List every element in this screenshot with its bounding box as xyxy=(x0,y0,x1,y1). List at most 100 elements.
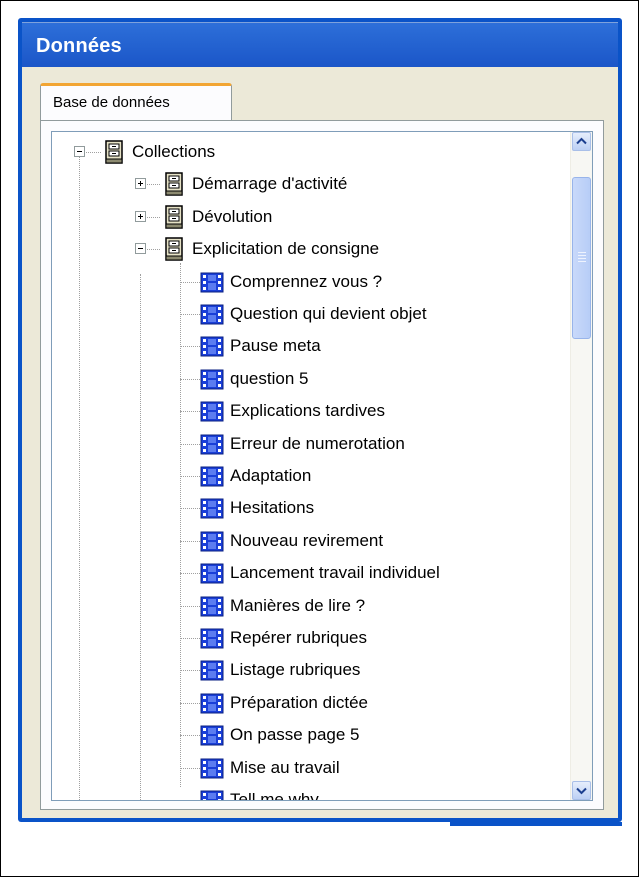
tree-node-label: Manières de lire ? xyxy=(230,595,366,615)
scroll-thumb[interactable] xyxy=(572,177,591,339)
tree-node-item[interactable]: Comprennez vous ? xyxy=(230,267,382,297)
film-clip-icon xyxy=(200,466,224,487)
tree-connector xyxy=(180,573,200,575)
film-clip-icon xyxy=(200,434,224,455)
tree-node-item[interactable]: Manières de lire ? xyxy=(230,591,365,621)
tree-node-label: Explications tardives xyxy=(230,401,385,421)
cabinet-icon xyxy=(165,172,183,197)
tree-node-label: On passe page 5 xyxy=(230,725,360,745)
tab-content: Collections Démarrage d'activité Dévoluti… xyxy=(40,120,604,810)
film-clip-icon xyxy=(200,725,224,746)
tree-node-item[interactable]: question 5 xyxy=(230,364,308,394)
tree-node-collections[interactable]: Collections xyxy=(132,137,215,167)
tree-node-label: Préparation dictée xyxy=(230,692,368,712)
cabinet-icon xyxy=(165,205,183,229)
film-clip-icon xyxy=(200,531,224,552)
film-clip-icon xyxy=(200,272,224,293)
chevron-down-icon xyxy=(576,787,587,795)
tree-line-level1 xyxy=(140,274,141,800)
tree-node-item[interactable]: Nouveau revirement xyxy=(230,526,383,556)
tab-label: Base de données xyxy=(53,94,170,111)
tree-node-label: Adaptation xyxy=(230,466,312,485)
tree-connector xyxy=(180,378,200,380)
tree-node-item[interactable]: Tell me why xyxy=(230,785,319,801)
film-clip-icon xyxy=(200,628,224,649)
tree-node-label: Collections xyxy=(132,142,216,161)
scroll-down-button[interactable] xyxy=(572,781,591,800)
vertical-scrollbar[interactable] xyxy=(570,132,592,800)
tree-connector xyxy=(180,670,200,672)
tree-node-label: question 5 xyxy=(230,368,309,388)
tree-node-item[interactable]: Hesitations xyxy=(230,493,314,523)
film-clip-icon xyxy=(200,563,224,584)
tree-connector xyxy=(180,540,200,542)
cabinet-icon xyxy=(165,237,183,261)
tree-node-label: Hesitations xyxy=(230,498,315,518)
tree-connector xyxy=(180,508,200,510)
tree-node-label: Démarrage d'activité xyxy=(192,174,348,194)
tree-connector xyxy=(180,767,200,769)
collapse-icon[interactable] xyxy=(135,243,146,255)
film-clip-icon xyxy=(200,401,224,422)
expand-icon[interactable] xyxy=(135,210,146,222)
tree-node-label: Listage rubriques xyxy=(230,660,361,680)
tree-node-label: Repérer rubriques xyxy=(230,628,368,647)
tree-node-label: Nouveau revirement xyxy=(230,530,384,550)
cabinet-icon xyxy=(105,140,123,164)
tree-node-item[interactable]: Mise au travail xyxy=(230,753,340,783)
tab-base-de-donnees[interactable]: Base de données xyxy=(40,83,232,121)
film-clip-icon xyxy=(200,758,224,779)
tree-connector xyxy=(180,411,200,413)
tree-node-label: Dévolution xyxy=(192,206,273,226)
tree-node-item[interactable]: Listage rubriques xyxy=(230,655,360,685)
tree-connector xyxy=(180,281,200,283)
film-clip-icon xyxy=(200,693,224,714)
tree-node-label: Erreur de numerotation xyxy=(230,433,405,453)
tree-connector xyxy=(180,346,200,348)
tree-node-item[interactable]: On passe page 5 xyxy=(230,720,359,750)
database-tree: Collections Démarrage d'activité Dévoluti… xyxy=(51,131,593,801)
tree-node-item[interactable]: Erreur de numerotation xyxy=(230,429,405,459)
tree-connector xyxy=(180,476,200,477)
tree-node-label: Explicitation de consigne xyxy=(192,239,380,259)
tree-node-collection[interactable]: Démarrage d'activité xyxy=(192,169,347,199)
tree-node-label: Tell me why xyxy=(230,790,319,801)
film-clip-icon xyxy=(200,304,224,325)
film-clip-icon xyxy=(200,596,224,617)
tree-connector xyxy=(180,702,200,704)
scroll-up-button[interactable] xyxy=(572,132,591,151)
tree-connector xyxy=(180,314,200,315)
tree-node-label: Question qui devient objet xyxy=(230,304,427,323)
tree-node-item[interactable]: Préparation dictée xyxy=(230,688,368,718)
tree-connector xyxy=(180,800,200,801)
tree-node-item[interactable]: Adaptation xyxy=(230,461,311,491)
tree-node-item[interactable]: Pause meta xyxy=(230,331,321,361)
collapse-icon[interactable] xyxy=(74,146,85,157)
film-clip-icon xyxy=(200,498,224,519)
film-clip-icon xyxy=(200,660,224,681)
window-edge xyxy=(450,822,622,826)
tree-node-item[interactable]: Lancement travail individuel xyxy=(230,558,440,588)
tree-node-item[interactable]: Explications tardives xyxy=(230,396,385,426)
tree-node-label: Pause meta xyxy=(230,336,321,356)
panel-title: Données xyxy=(36,35,122,57)
tree-node-label: Comprennez vous ? xyxy=(230,271,383,291)
chevron-up-icon xyxy=(576,137,587,145)
tree-node-label: Mise au travail xyxy=(230,757,340,777)
tree-node-collection[interactable]: Explicitation de consigne xyxy=(192,234,379,264)
panel-body: Données Base de données Collections Déma… xyxy=(22,22,618,818)
tree-node-item[interactable]: Repérer rubriques xyxy=(230,623,367,653)
tree-node-label: Lancement travail individuel xyxy=(230,563,440,583)
tree-line-root xyxy=(79,152,80,800)
expand-icon[interactable] xyxy=(135,178,146,190)
tree-node-collection[interactable]: Dévolution xyxy=(192,202,272,232)
tree-connector xyxy=(180,638,200,639)
tree-node-item[interactable]: Question qui devient objet xyxy=(230,299,427,329)
tree-connector xyxy=(180,605,200,607)
film-clip-icon xyxy=(200,369,224,390)
tree-connector xyxy=(180,443,200,445)
donnees-panel: Données Base de données Collections Déma… xyxy=(18,18,622,822)
tree-connector xyxy=(180,735,200,737)
film-clip-icon xyxy=(200,336,224,357)
film-clip-icon xyxy=(200,790,224,800)
